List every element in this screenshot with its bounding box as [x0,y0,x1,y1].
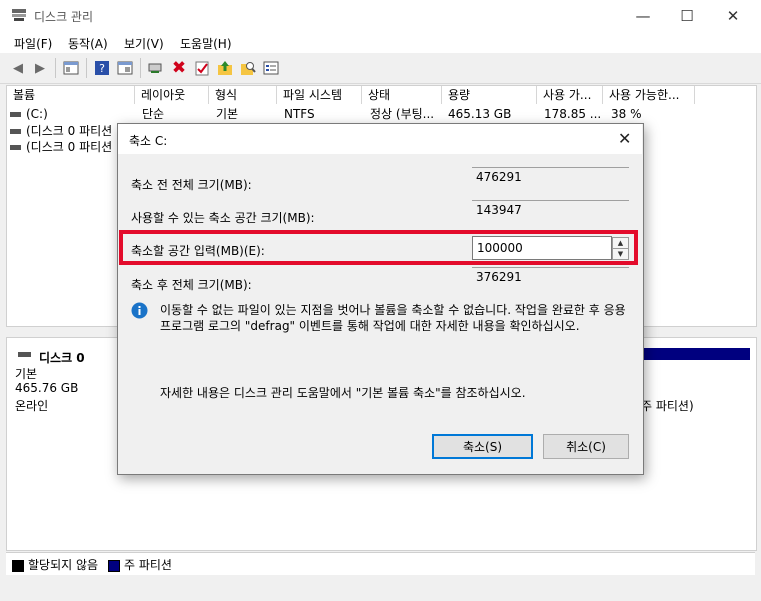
volume-free-space: 178.85 ... [544,107,602,121]
dialog-title: 축소 C: [129,134,168,148]
console-tree-icon[interactable] [62,59,80,77]
toolbar [0,53,761,84]
disk-icon [18,352,31,357]
volume-capacity: 465.13 GB [448,107,512,121]
menu-file[interactable]: 파일(F) [14,35,52,52]
shrink-button[interactable]: 축소(S) [432,434,533,459]
forward-arrow-icon[interactable]: ▶ [31,59,49,77]
legend-primary: 주 파티션 [108,556,172,573]
volume-status: 정상 (부팅... [370,107,435,121]
volume-filesystem: NTFS [284,107,315,121]
volume-name: (디스크 0 파티션 [26,124,113,138]
table-row[interactable]: (C:) [10,106,48,122]
volume-layout: 단순 [142,107,165,121]
toolbar-divider [140,58,141,78]
column-header-layout[interactable]: 레이아웃 [135,86,209,104]
table-row[interactable]: (디스크 0 파티션 [10,139,112,155]
table-row[interactable]: (디스크 0 파티션 [10,123,112,139]
back-arrow-icon[interactable]: ◀ [9,59,27,77]
column-header-percent-free[interactable]: 사용 가능한... [603,86,695,104]
volume-name: (디스크 0 파티션 [26,140,113,154]
column-header-capacity[interactable]: 용량 [442,86,537,104]
find-icon[interactable] [239,59,257,77]
volume-icon [10,112,21,117]
check-icon[interactable] [193,59,211,77]
disk-management-icon [12,9,26,21]
maximize-button[interactable]: ☐ [664,0,710,31]
help-icon[interactable]: ? [93,59,111,77]
partition-label[interactable]: 주 파티션) [641,397,694,414]
menu-action[interactable]: 동작(A) [68,35,108,52]
total-before-value: 476291 [472,167,629,191]
up-folder-icon[interactable] [216,59,234,77]
delete-icon[interactable]: ✖ [170,58,188,78]
unallocated-swatch [12,559,24,572]
volume-type: 기본 [216,107,239,121]
settings-list-icon[interactable] [262,59,280,77]
column-header-volume[interactable]: 볼륨 [7,86,135,104]
cancel-button[interactable]: 취소(C) [543,434,629,459]
disk-name: 디스크 0 [39,351,85,365]
legend-primary-label: 주 파티션 [124,558,172,572]
highlight-box [119,230,638,265]
column-header-filesystem[interactable]: 파일 시스템 [277,86,362,104]
disk-type: 기본 [15,367,38,381]
disk-status: 온라인 [15,399,49,413]
toolbar-divider [86,58,87,78]
available-space-label: 사용할 수 있는 축소 공간 크기(MB): [131,211,315,225]
total-after-value: 376291 [472,267,629,291]
legend-unallocated-label: 할당되지 않음 [28,558,99,572]
total-before-label: 축소 전 전체 크기(MB): [131,178,252,192]
properties-icon[interactable] [116,59,134,77]
dialog-close-icon[interactable]: ✕ [618,129,631,148]
close-window-button[interactable]: ✕ [710,0,756,31]
primary-partition-bar [641,348,750,360]
info-icon [131,302,148,319]
help-text: 자세한 내용은 디스크 관리 도움말에서 "기본 볼륨 축소"를 참조하십시오. [160,386,526,400]
legend-unallocated: 할당되지 않음 [12,556,98,573]
minimize-button[interactable]: — [620,0,666,31]
dialog-title-bar [118,124,642,154]
column-header-status[interactable]: 상태 [362,86,442,104]
volume-icon [10,129,21,134]
info-text: 이동할 수 없는 파일이 있는 지점을 벗어나 볼륨을 축소할 수 없습니다. … [160,303,626,333]
column-header-type[interactable]: 형식 [209,86,277,104]
connect-icon[interactable] [147,59,165,77]
column-header-free-space[interactable]: 사용 가... [537,86,603,104]
toolbar-divider [55,58,56,78]
window-title: 디스크 관리 [34,10,94,24]
menu-help[interactable]: 도움말(H) [180,35,232,52]
volume-name: (C:) [26,107,48,121]
available-space-value: 143947 [472,200,629,224]
menu-bar [0,31,761,53]
volume-icon [10,145,21,150]
menu-view[interactable]: 보기(V) [124,35,164,52]
disk-size: 465.76 GB [15,381,79,395]
svg-text:?: ? [99,62,105,75]
volume-percent-free: 38 % [611,107,642,121]
total-after-label: 축소 후 전체 크기(MB): [131,278,252,292]
primary-swatch [108,559,120,572]
